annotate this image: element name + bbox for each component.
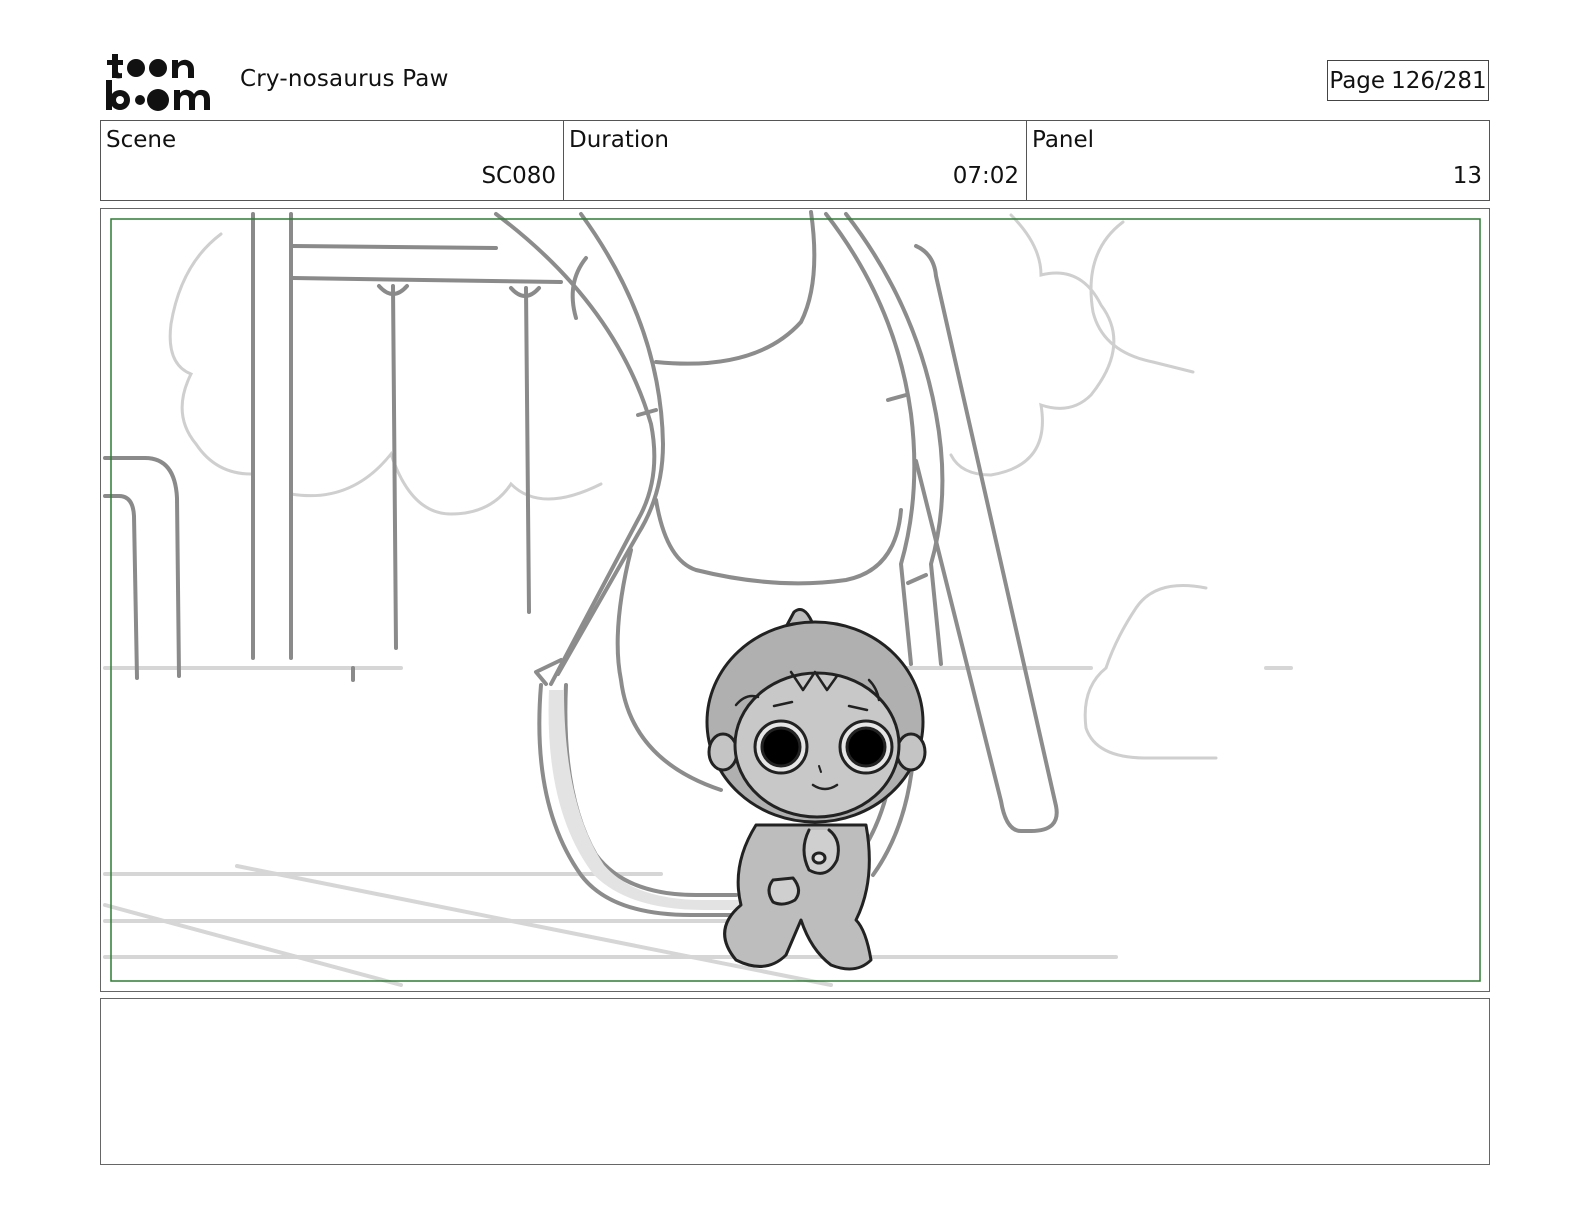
duration-label: Duration [569,127,669,153]
scene-label: Scene [106,127,177,153]
scene-value: SC080 [481,163,556,189]
panel-value: 13 [1452,163,1482,189]
project-title: Cry-nosaurus Paw [240,66,449,92]
panel-cell: Panel 13 [1027,121,1489,200]
panel-label: Panel [1032,127,1095,153]
duration-value: 07:02 [952,163,1019,189]
duration-cell: Duration 07:02 [564,121,1027,200]
panel-drawing [103,210,1481,987]
scene-info-table: Scene SC080 Duration 07:02 Panel 13 [100,120,1490,201]
page-label: Page [1329,67,1386,94]
toon-boom-logo [106,54,210,111]
page-number: 126/281 [1391,67,1487,94]
panel-notes-box [100,998,1490,1165]
page-indicator: Page 126/281 [1327,60,1489,101]
storyboard-panel [100,208,1490,992]
scene-cell: Scene SC080 [101,121,564,200]
